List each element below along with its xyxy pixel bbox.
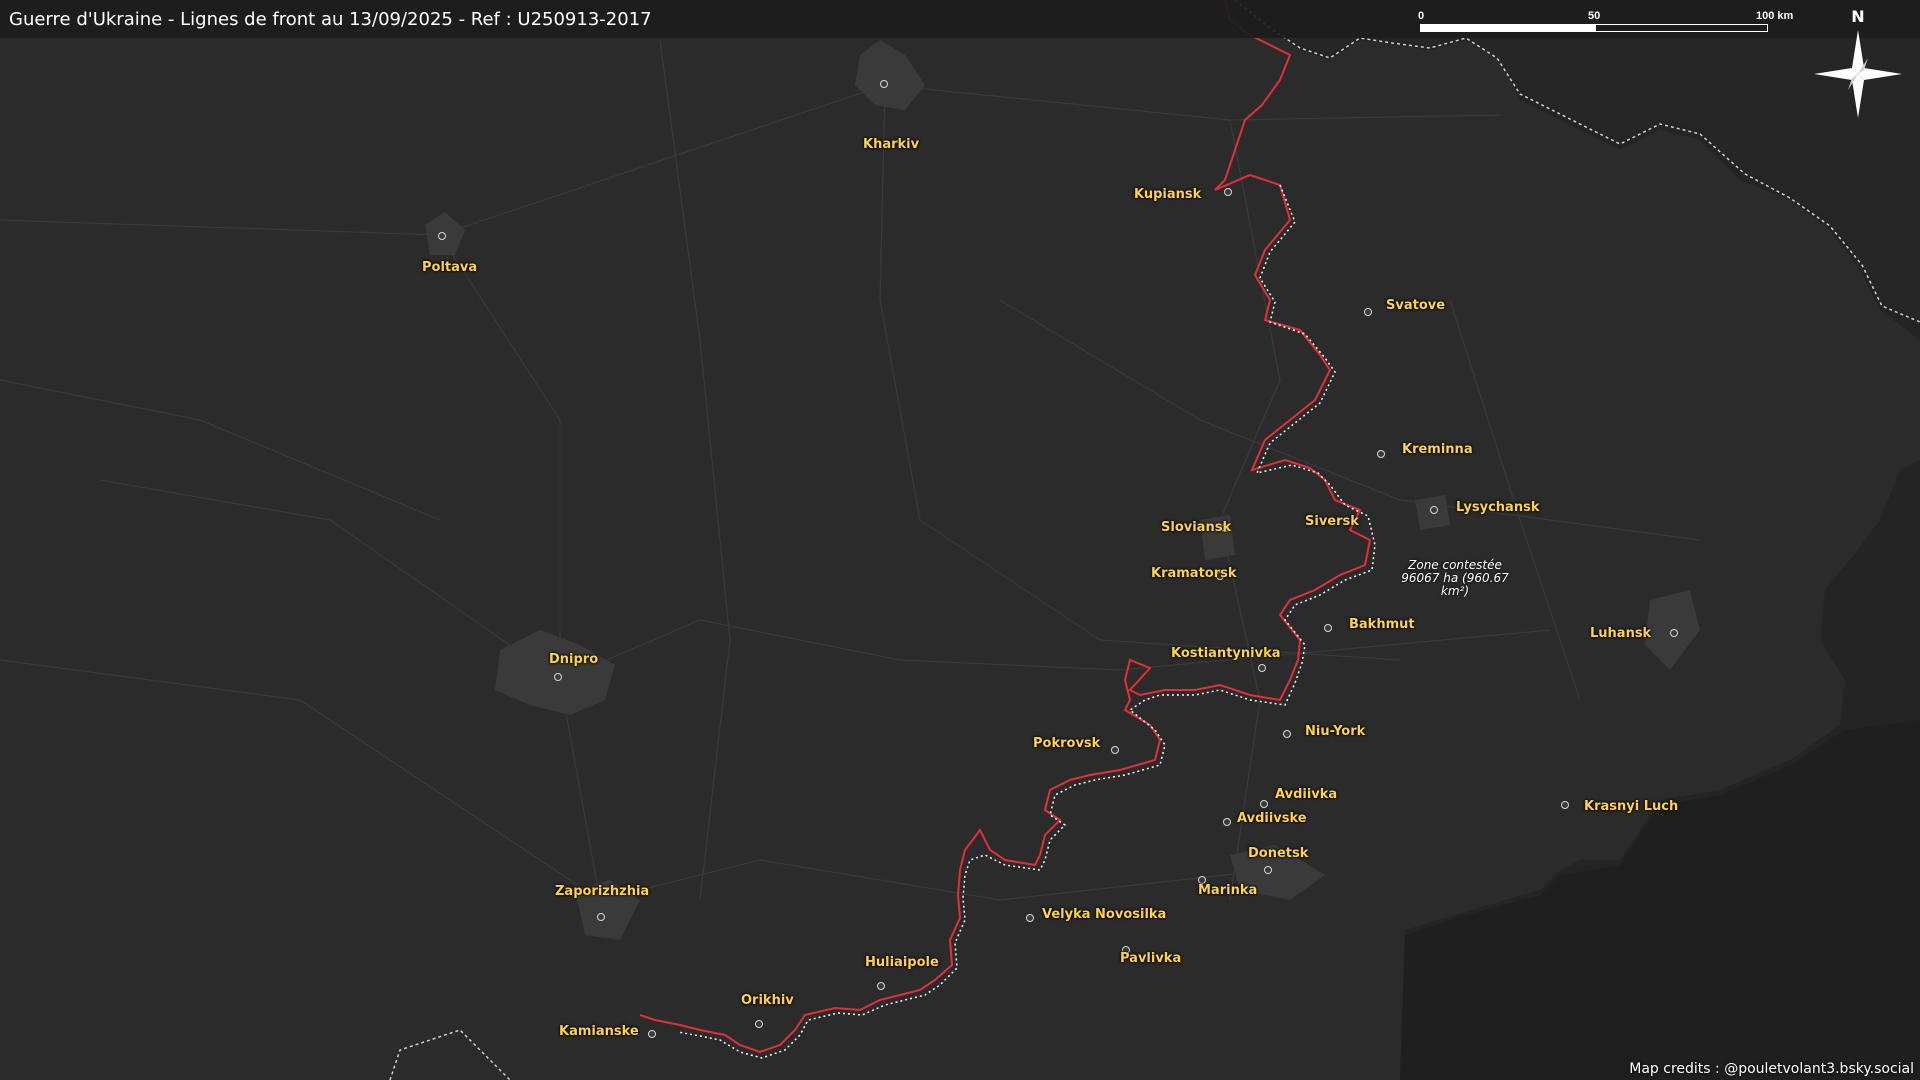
zone-area: 96067 ha (960.67 km²) bbox=[1401, 571, 1509, 598]
city-label-krasnyi-luch: Krasnyi Luch bbox=[1584, 799, 1679, 814]
scale-segment-2 bbox=[1595, 24, 1768, 32]
city-label-luhansk: Luhansk bbox=[1590, 626, 1652, 641]
north-label: N bbox=[1851, 8, 1864, 26]
city-label-kostiantynivka: Kostiantynivka bbox=[1171, 646, 1281, 661]
city-marker-velyka-novosilka[interactable] bbox=[1026, 914, 1034, 922]
scale-segment-1 bbox=[1420, 24, 1595, 32]
city-marker-avdiivka[interactable] bbox=[1260, 800, 1268, 808]
city-label-siversk: Siversk bbox=[1305, 514, 1359, 529]
city-marker-huliaipole[interactable] bbox=[877, 982, 885, 990]
city-label-huliaipole: Huliaipole bbox=[865, 955, 939, 970]
map-title: Guerre d'Ukraine - Lignes de front au 13… bbox=[9, 9, 652, 30]
city-label-avdiivka: Avdiivka bbox=[1275, 787, 1338, 802]
city-label-kharkiv: Kharkiv bbox=[863, 137, 920, 152]
city-label-lysychansk: Lysychansk bbox=[1456, 500, 1540, 515]
city-marker-dnipro[interactable] bbox=[554, 673, 562, 681]
city-label-marinka: Marinka bbox=[1198, 883, 1258, 898]
city-label-zaporizhzhia: Zaporizhzhia bbox=[555, 884, 650, 899]
city-marker-poltava[interactable] bbox=[438, 232, 446, 240]
city-label-avdiivske: Avdiivske bbox=[1237, 811, 1307, 826]
city-label-kamianske: Kamianske bbox=[559, 1024, 639, 1039]
city-label-poltava: Poltava bbox=[422, 260, 478, 275]
city-label-dnipro: Dnipro bbox=[549, 652, 599, 667]
city-marker-avdiivske[interactable] bbox=[1223, 818, 1231, 826]
scale-tick-100: 100 km bbox=[1756, 10, 1794, 22]
city-marker-luhansk[interactable] bbox=[1670, 629, 1678, 637]
city-marker-svatove[interactable] bbox=[1364, 308, 1372, 316]
city-marker-kostiantynivka[interactable] bbox=[1258, 664, 1266, 672]
city-label-orikhiv: Orikhiv bbox=[741, 993, 794, 1008]
city-label-pokrovsk: Pokrovsk bbox=[1033, 736, 1101, 751]
city-marker-niu-york[interactable] bbox=[1283, 730, 1291, 738]
city-label-svatove: Svatove bbox=[1386, 298, 1446, 313]
map-canvas[interactable] bbox=[0, 0, 1920, 1080]
city-marker-bakhmut[interactable] bbox=[1324, 624, 1332, 632]
city-marker-kreminna[interactable] bbox=[1377, 450, 1385, 458]
scale-tick-50: 50 bbox=[1588, 10, 1601, 22]
city-label-bakhmut: Bakhmut bbox=[1349, 617, 1415, 632]
city-marker-orikhiv[interactable] bbox=[755, 1020, 763, 1028]
scale-bar: 0 50 100 km bbox=[1418, 8, 1793, 38]
contested-zone-label: Zone contestée 96067 ha (960.67 km²) bbox=[1390, 559, 1520, 598]
city-marker-donetsk[interactable] bbox=[1264, 866, 1272, 874]
map-credits: Map credits : @pouletvolant3.bsky.social bbox=[1629, 1061, 1914, 1077]
city-label-niu-york: Niu-York bbox=[1305, 724, 1366, 739]
city-label-kramatorsk: Kramatorsk bbox=[1151, 566, 1237, 581]
city-marker-krasnyi-luch[interactable] bbox=[1561, 801, 1569, 809]
city-label-pavlivka: Pavlivka bbox=[1120, 951, 1182, 966]
north-arrow-icon: N bbox=[1814, 8, 1902, 118]
scale-tick-0: 0 bbox=[1418, 10, 1425, 22]
city-marker-pokrovsk[interactable] bbox=[1111, 746, 1119, 754]
city-label-kupiansk: Kupiansk bbox=[1134, 187, 1202, 202]
city-marker-kharkiv[interactable] bbox=[880, 80, 888, 88]
city-marker-lysychansk[interactable] bbox=[1430, 506, 1438, 514]
city-marker-kamianske[interactable] bbox=[648, 1030, 656, 1038]
city-marker-kupiansk[interactable] bbox=[1224, 188, 1232, 196]
city-label-sloviansk: Sloviansk bbox=[1161, 520, 1232, 535]
city-label-donetsk: Donetsk bbox=[1248, 846, 1309, 861]
city-label-velyka-novosilka: Velyka Novosilka bbox=[1042, 907, 1167, 922]
city-marker-zaporizhzhia[interactable] bbox=[597, 913, 605, 921]
city-label-kreminna: Kreminna bbox=[1402, 442, 1473, 457]
